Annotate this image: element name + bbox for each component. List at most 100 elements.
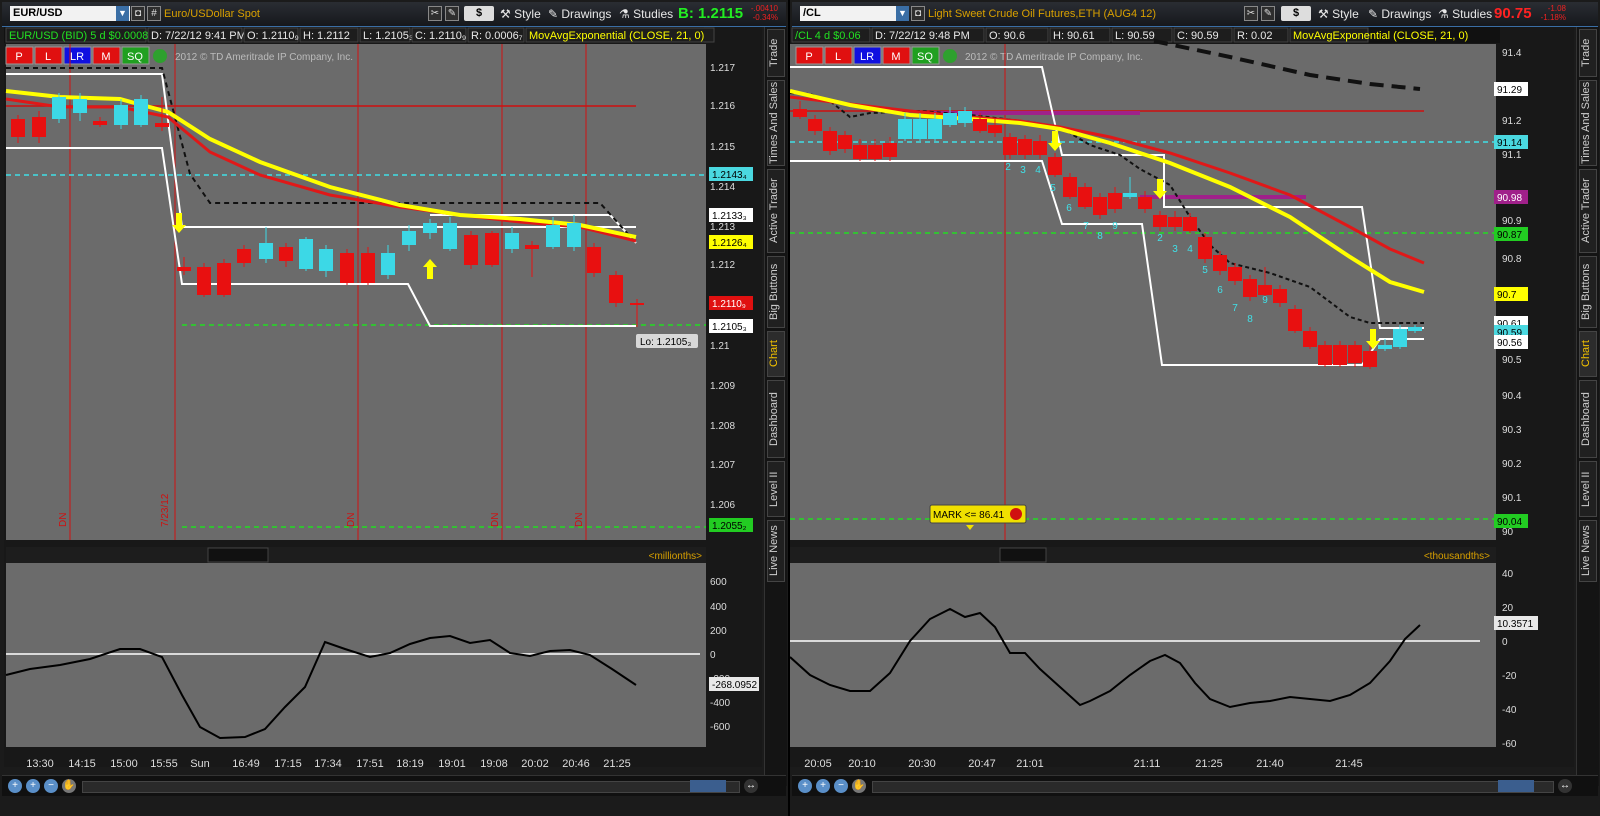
symbol-input[interactable]: EUR/USD — [10, 6, 130, 21]
candle — [1363, 351, 1377, 367]
price-axis-tick: 91.1 — [1502, 150, 1522, 161]
time-axis-tick: 20:10 — [848, 758, 876, 767]
expand-icon[interactable]: ↔ — [1558, 779, 1572, 793]
zoom-in-icon[interactable]: + — [26, 779, 40, 793]
symbol-input[interactable]: /CL — [800, 6, 898, 21]
sidetab-chart[interactable]: Chart — [767, 331, 785, 377]
candle — [259, 243, 273, 259]
expand-icon[interactable]: ↔ — [744, 779, 758, 793]
sidetab-times-and-sales[interactable]: Times And Sales — [767, 80, 785, 166]
left-scroll-thumb[interactable] — [690, 780, 726, 792]
sidetab-big-buttons[interactable]: Big Buttons — [1579, 256, 1597, 328]
right-chart[interactable]: /CL 4 d $0.06 D: 7/22/12 9:48 PM O: 90.6 H:… — [790, 27, 1574, 767]
sequence-count: 5 — [1202, 265, 1208, 276]
drawings-menu[interactable]: ✎ Drawings — [548, 5, 611, 23]
left-chart[interactable]: EUR/USD (BID) 5 d $0.0008 D: 7/22/12 9:41… — [0, 27, 762, 767]
price-tag-label: 1.2143₄ — [712, 170, 747, 181]
sidetab-dashboard[interactable]: Dashboard — [1579, 380, 1597, 458]
symbol-dropdown-icon[interactable]: ▼ — [896, 6, 909, 21]
time-axis-tick: 17:15 — [274, 758, 302, 767]
sidetab-level-ii[interactable]: Level II — [1579, 461, 1597, 517]
left-statusbar: + + − ✋ ↔ — [2, 775, 786, 796]
sidetab-active-trader[interactable]: Active Trader — [1579, 169, 1597, 253]
candle — [793, 109, 807, 117]
drawings-menu[interactable]: ✎ Drawings — [1368, 5, 1431, 23]
dollar-button[interactable]: $ — [464, 6, 494, 21]
price-tag-label: 1.2126₄ — [712, 238, 747, 249]
button-label-sq: SQ — [127, 51, 143, 63]
candle — [838, 135, 852, 149]
style-menu[interactable]: ⚒ Style — [1318, 5, 1359, 23]
link-icon[interactable]: ◘ — [131, 6, 145, 21]
sidetab-live-news[interactable]: Live News — [1579, 520, 1597, 582]
sidetab-level-ii[interactable]: Level II — [767, 461, 785, 517]
time-axis-tick: 20:46 — [562, 758, 590, 767]
symbol-dropdown-icon[interactable]: ▼ — [116, 6, 129, 21]
left-scrollbar[interactable] — [82, 781, 740, 793]
header-study: MovAvgExponential (CLOSE, 21, 0) — [1293, 30, 1468, 42]
hash-button[interactable]: # — [147, 6, 161, 21]
candle — [217, 263, 231, 295]
tools-icon[interactable]: ✂ — [428, 6, 442, 21]
zoom-in-icon[interactable]: + — [816, 779, 830, 793]
wrench-icon[interactable]: ✎ — [1261, 6, 1275, 21]
time-axis-tick: Sun — [190, 758, 210, 767]
info-icon — [943, 49, 957, 63]
price-axis-tick: 90.9 — [1502, 216, 1522, 227]
candle — [898, 119, 912, 139]
candle — [1288, 309, 1302, 331]
tools-icon[interactable]: ✂ — [1244, 6, 1258, 21]
pan-hand-icon[interactable]: ✋ — [852, 779, 866, 793]
right-toolbar: /CL ▼ ◘ Light Sweet Crude Oil Futures,ET… — [792, 2, 1598, 27]
candle — [155, 123, 169, 127]
zoom-out-icon[interactable]: − — [44, 779, 58, 793]
right-scrollbar[interactable] — [872, 781, 1554, 793]
sidetab-live-news[interactable]: Live News — [767, 520, 785, 582]
sidetab-times-and-sales[interactable]: Times And Sales — [1579, 80, 1597, 166]
studies-menu[interactable]: ⚗ Studies — [619, 5, 673, 23]
button-label-p: P — [805, 51, 812, 63]
time-axis-tick: 20:47 — [968, 758, 996, 767]
crosshair-icon[interactable]: + — [798, 779, 812, 793]
link-icon[interactable]: ◘ — [911, 6, 925, 21]
studies-menu[interactable]: ⚗ Studies — [1438, 5, 1492, 23]
candle — [958, 111, 972, 123]
price-axis-tick: 90.8 — [1502, 254, 1522, 265]
candle — [1093, 197, 1107, 215]
pan-hand-icon[interactable]: ✋ — [62, 779, 76, 793]
instrument-description: Euro/USDollar Spot — [164, 8, 260, 20]
price-axis-tick: 1.216 — [710, 101, 735, 112]
dollar-button[interactable]: $ — [1281, 6, 1311, 21]
osc-axis-tick: -600 — [710, 722, 730, 733]
candle — [73, 99, 87, 113]
price-axis-tick: 1.212 — [710, 260, 735, 271]
candle — [319, 249, 333, 271]
pencil-icon: ✎ — [548, 7, 562, 21]
date-marker: 7/23/12 — [160, 493, 171, 527]
header-high: H: 90.61 — [1053, 30, 1095, 42]
dn-label: DN — [58, 513, 69, 527]
sidetab-dashboard[interactable]: Dashboard — [767, 380, 785, 458]
candle — [93, 121, 107, 125]
price-tag-label: 1.2110₉ — [712, 299, 746, 310]
sidetab-active-trader[interactable]: Active Trader — [767, 169, 785, 253]
crosshair-icon[interactable]: + — [8, 779, 22, 793]
sidetab-trade[interactable]: Trade — [767, 29, 785, 77]
price-axis-tick: 90.3 — [1502, 425, 1522, 436]
sidetab-trade[interactable]: Trade — [1579, 29, 1597, 77]
net-change: -.00410 — [750, 4, 778, 13]
pct-change: -0.34% — [752, 13, 778, 22]
zoom-out-icon[interactable]: − — [834, 779, 848, 793]
sequence-count: 8 — [1247, 314, 1253, 325]
header-range: R: 0.02 — [1237, 30, 1272, 42]
header-low: L: 1.2105₃ — [363, 30, 413, 42]
sidetab-big-buttons[interactable]: Big Buttons — [767, 256, 785, 328]
wrench-icon[interactable]: ✎ — [445, 6, 459, 21]
time-axis-tick: 18:19 — [396, 758, 424, 767]
candle — [1258, 285, 1272, 295]
right-scroll-thumb[interactable] — [1498, 780, 1534, 792]
dn-label: DN — [574, 513, 585, 527]
header-low: L: 90.59 — [1115, 30, 1155, 42]
sidetab-chart[interactable]: Chart — [1579, 331, 1597, 377]
style-menu[interactable]: ⚒ Style — [500, 5, 541, 23]
